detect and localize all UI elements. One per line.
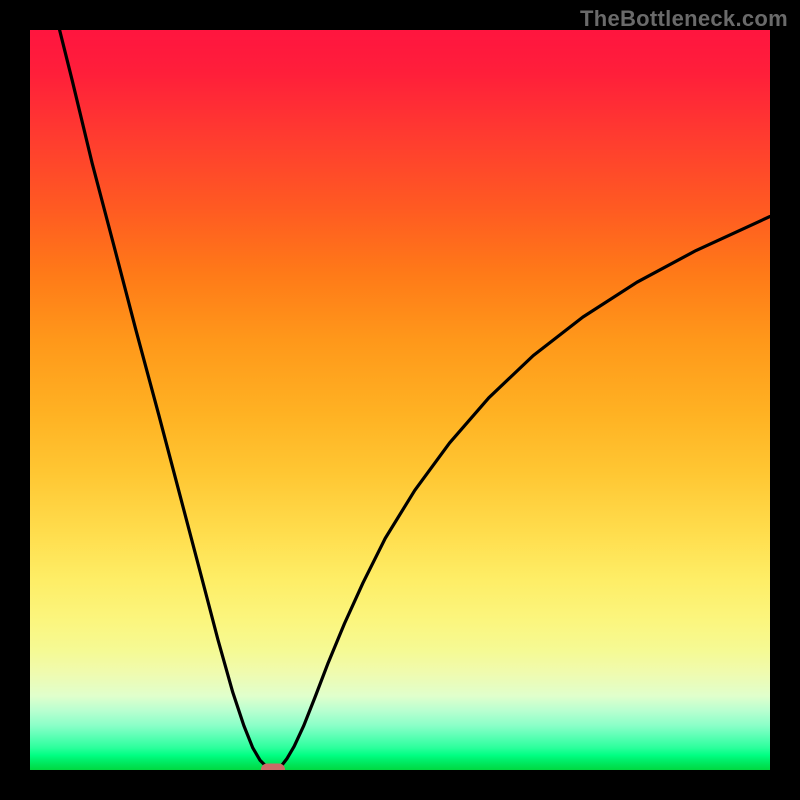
- curve-layer: [30, 30, 770, 770]
- chart-frame: TheBottleneck.com: [0, 0, 800, 800]
- plot-area: [30, 30, 770, 770]
- curve-right-branch: [275, 216, 770, 769]
- minimum-marker: [261, 764, 285, 771]
- curve-left-branch: [60, 30, 273, 770]
- watermark-text: TheBottleneck.com: [580, 6, 788, 32]
